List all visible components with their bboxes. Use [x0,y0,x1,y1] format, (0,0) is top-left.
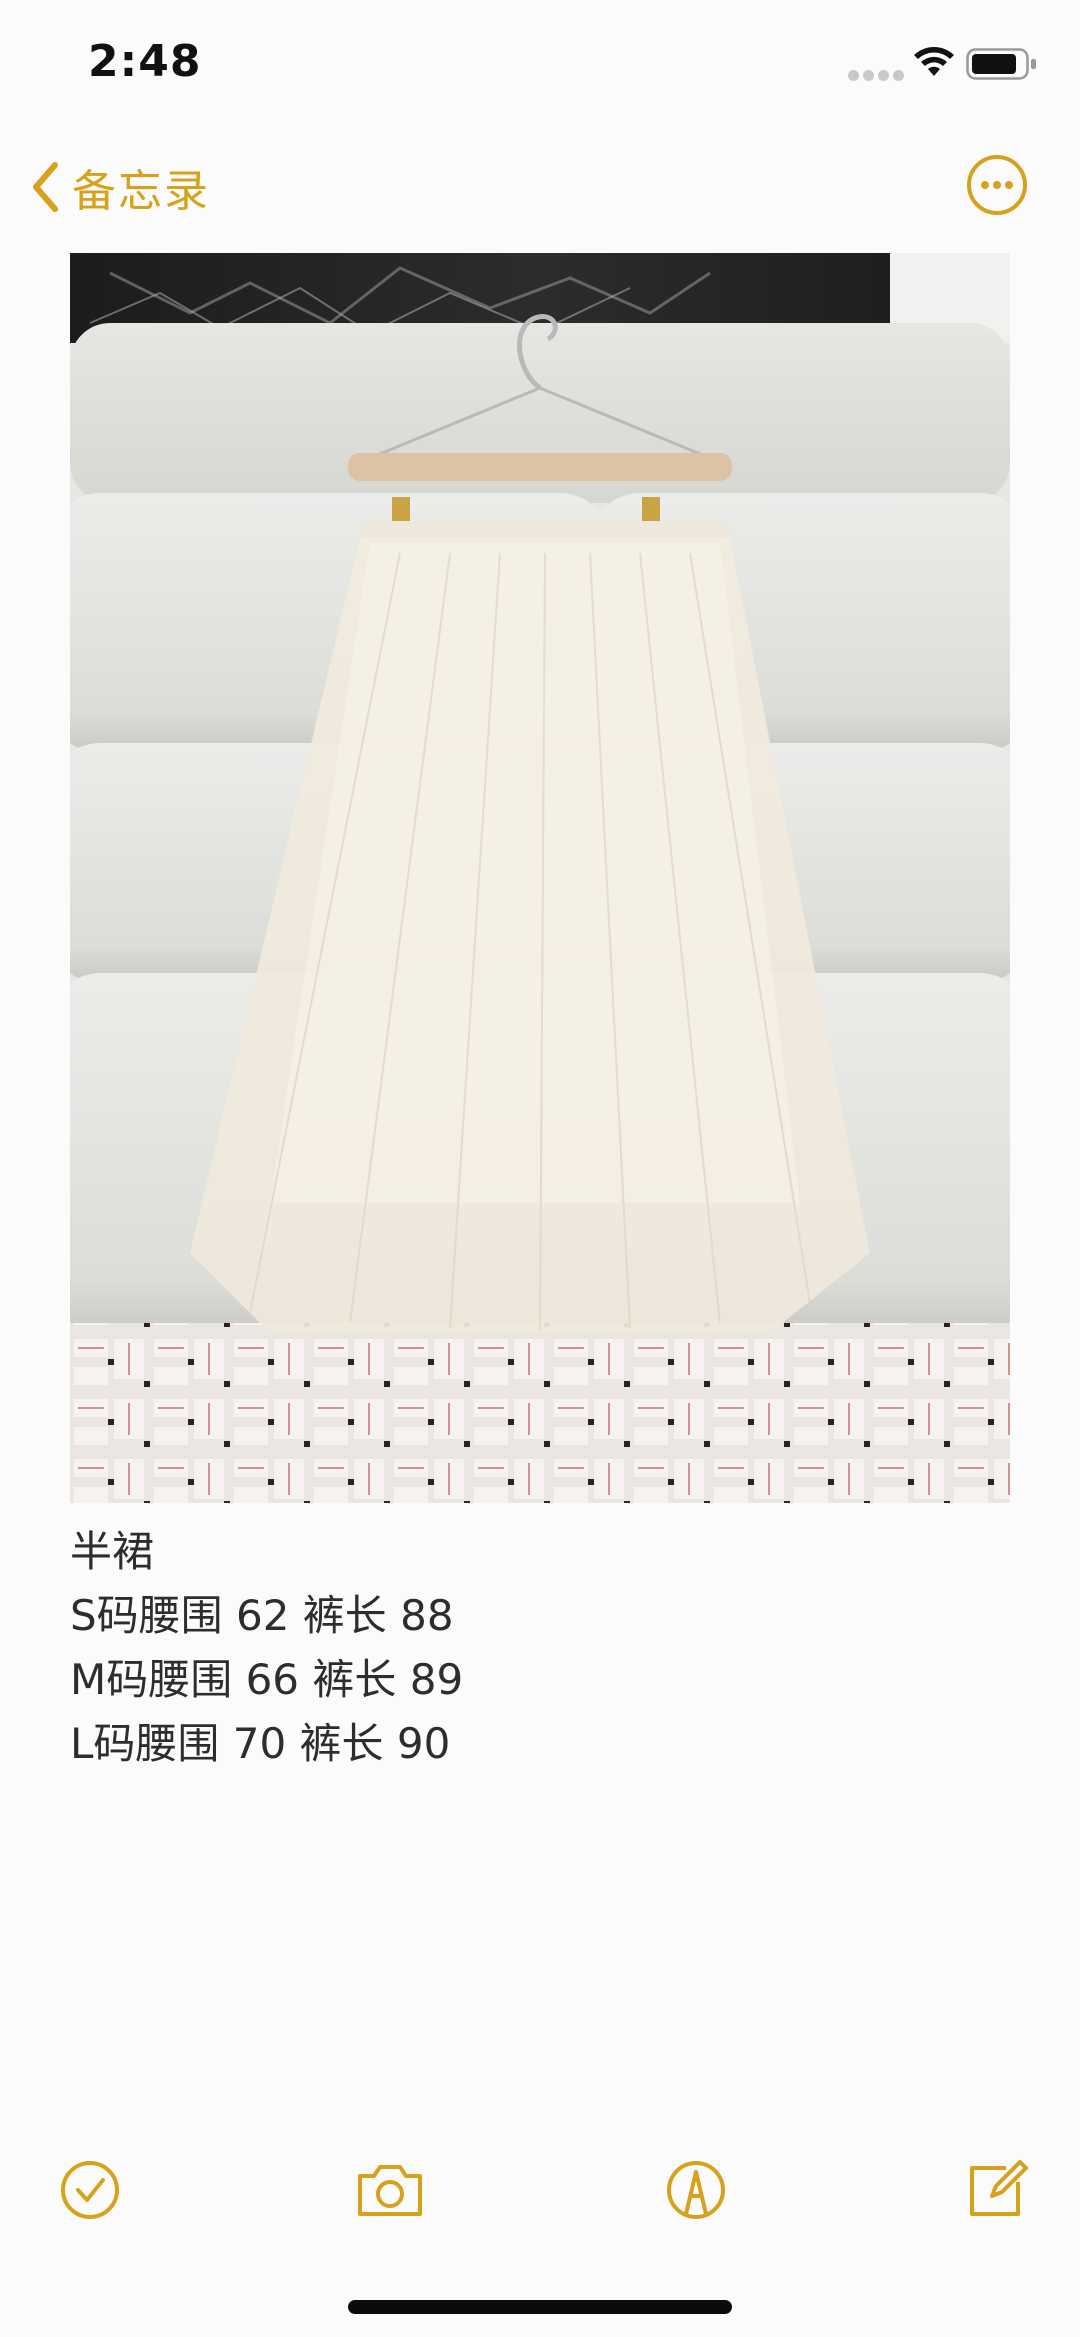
camera-icon[interactable] [350,2150,430,2230]
status-bar: 2:48 [0,0,1080,130]
compose-icon[interactable] [956,2150,1036,2230]
note-title: 半裙 [70,1527,155,1576]
markup-icon[interactable] [656,2150,736,2230]
note-line-size-s: S码腰围 62 裤长 88 [70,1591,454,1640]
more-ellipsis-icon[interactable] [964,152,1030,218]
note-body[interactable]: 半裙 S码腰围 62 裤长 88 M码腰围 66 裤长 89 L码腰围 70 裤… [70,1520,463,1776]
skirt-photo[interactable] [70,253,1010,1503]
note-line-size-l: L码腰围 70 裤长 90 [70,1719,451,1768]
status-time: 2:48 [88,36,202,87]
back-label: 备忘录 [72,166,210,217]
navigation-bar: 备忘录 [0,140,1080,240]
bottom-toolbar [0,2150,1080,2260]
chevron-left-icon [33,162,58,212]
battery-icon [966,48,1036,80]
note-line-size-m: M码腰围 66 裤长 89 [70,1655,464,1704]
signal-icon [848,66,916,81]
home-indicator[interactable] [348,2300,732,2314]
back-button[interactable]: 备忘录 [30,152,210,222]
wifi-icon [914,47,954,76]
checklist-icon[interactable] [50,2150,130,2230]
